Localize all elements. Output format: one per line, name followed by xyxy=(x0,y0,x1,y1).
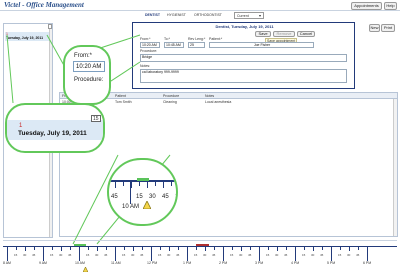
zoom-from-field: 10:20 AM xyxy=(73,61,105,72)
timeline-minute-label: 45 xyxy=(140,253,144,257)
timeline-minute-label: 45 xyxy=(176,253,180,257)
zoom-tab-marker: 15 xyxy=(91,115,101,122)
timeline-minute-label: 15 xyxy=(302,253,306,257)
timeline-minute-tick xyxy=(25,247,26,251)
timeline-minute-tick xyxy=(340,247,341,250)
timeline-hour-label: 11 AM xyxy=(111,261,121,265)
timeline-hour-label: 12 PM xyxy=(147,261,158,265)
zoom-green-block xyxy=(137,178,149,181)
zoom-hour-label: 10 AM xyxy=(122,204,140,210)
timeline-minute-label: 45 xyxy=(104,253,108,257)
timeline-minute-label: 45 xyxy=(68,253,72,257)
timeline-minute-tick xyxy=(349,247,350,251)
zoom-position-marker-icon xyxy=(143,201,151,209)
timeline-minute-tick xyxy=(286,247,287,250)
timeline-minute-tick xyxy=(160,247,161,250)
timeline-minute-tick xyxy=(169,247,170,251)
timeline-minute-label: 15 xyxy=(338,253,342,257)
timeline-minute-label: 30 xyxy=(203,253,207,257)
timeline-minute-label: 15 xyxy=(50,253,54,257)
zoom-label-30: 30 xyxy=(149,194,156,200)
zoom-from-label: From:* xyxy=(74,53,92,59)
timeline-minute-tick xyxy=(304,247,305,250)
zoom-label-15: 15 xyxy=(136,194,143,200)
timeline-minute-label: 15 xyxy=(266,253,270,257)
timeline-hour-label: 1 PM xyxy=(183,261,192,265)
zoom-procedure-label: Procedure: xyxy=(74,77,104,83)
timeline-minute-tick xyxy=(358,247,359,250)
zoom-date-callout: 15 1 Tuesday, July 19, 2011 xyxy=(5,103,105,153)
timeline-minute-label: 45 xyxy=(32,253,36,257)
timeline-hours: 8 AM 9 AM 10 AM 11 AM 12 PM 1 PM 2 PM 3 PM 4 PM 5… xyxy=(3,261,397,266)
timeline-minute-tick xyxy=(133,247,134,251)
zoom-timeline-callout: 45 15 30 45 1 10 AM xyxy=(107,158,178,226)
timeline-hour-label: 3 PM xyxy=(255,261,264,265)
timeline-minute-tick xyxy=(268,247,269,250)
timeline-minute-tick xyxy=(34,247,35,250)
timeline-minute-tick xyxy=(124,247,125,250)
timeline-minute-tick xyxy=(241,247,242,251)
zoom-ticks xyxy=(109,182,176,192)
timeline-minute-label: 30 xyxy=(59,253,63,257)
timeline-minute-tick xyxy=(214,247,215,250)
timeline-minute-label: 15 xyxy=(14,253,18,257)
timeline-minute-tick xyxy=(106,247,107,250)
timeline-minute-label: 30 xyxy=(167,253,171,257)
timeline-hour-label: 5 PM xyxy=(327,261,336,265)
timeline-minute-tick xyxy=(16,247,17,250)
timeline-minute-label: 30 xyxy=(275,253,279,257)
timeline-red-block xyxy=(196,244,209,246)
timeline-minute-label: 30 xyxy=(95,253,99,257)
zoom-hour-line xyxy=(130,182,131,204)
timeline-minute-tick xyxy=(250,247,251,250)
timeline-minute-tick xyxy=(142,247,143,250)
timeline-minute-label: 30 xyxy=(239,253,243,257)
timeline-strip[interactable]: 15 30 45 15 30 45 15 30 45 15 30 45 15 30 45 15 30 45 15 30… xyxy=(3,240,397,272)
timeline-minute-label: 30 xyxy=(23,253,27,257)
timeline-minute-label: 15 xyxy=(230,253,234,257)
zoom-label-45b: 45 xyxy=(162,194,169,200)
timeline-minute-tick xyxy=(70,247,71,250)
timeline-minute-label: 45 xyxy=(356,253,360,257)
timeline-minute-label: 45 xyxy=(248,253,252,257)
timeline-minute-tick xyxy=(97,247,98,251)
timeline-minute-label: 30 xyxy=(347,253,351,257)
timeline-minute-tick xyxy=(232,247,233,250)
timeline-hour-label: 6 PM xyxy=(363,261,372,265)
zoom-form-callout: From:* 10:20 AM Procedure: xyxy=(63,45,111,105)
zoom-label-45a: 45 xyxy=(111,194,118,200)
timeline-minute-tick xyxy=(52,247,53,250)
timeline-minute-tick xyxy=(205,247,206,251)
zoom-day-number: 1 xyxy=(19,123,23,129)
timeline-minute-tick xyxy=(313,247,314,251)
timeline-minute-label: 30 xyxy=(131,253,135,257)
timeline-minutes: 15 30 45 15 30 45 15 30 45 15 30 45 15 30 45 15 30 45 15 30… xyxy=(3,253,397,258)
timeline-minute-label: 45 xyxy=(320,253,324,257)
timeline-minute-tick xyxy=(277,247,278,251)
zoom-day-date: Tuesday, July 19, 2011 xyxy=(18,130,87,137)
timeline-minute-tick xyxy=(61,247,62,251)
timeline-hour-label: 2 PM xyxy=(219,261,228,265)
timeline-minute-label: 15 xyxy=(122,253,126,257)
timeline-hour-label: 4 PM xyxy=(291,261,300,265)
timeline-position-marker-icon[interactable] xyxy=(83,267,88,272)
timeline-minute-tick xyxy=(322,247,323,250)
timeline-minute-tick xyxy=(88,247,89,250)
timeline-minute-label: 45 xyxy=(284,253,288,257)
timeline-minute-label: 15 xyxy=(194,253,198,257)
zoom-from-value: 10:20 AM xyxy=(76,64,102,70)
timeline-hour-label: 9 AM xyxy=(39,261,47,265)
zoom-tab-value: 15 xyxy=(93,116,99,122)
timeline-hour-label: 8 AM xyxy=(3,261,11,265)
timeline-minute-label: 15 xyxy=(86,253,90,257)
timeline-green-block xyxy=(74,244,86,246)
timeline-minute-label: 45 xyxy=(212,253,216,257)
timeline-hour-label: 10 AM xyxy=(75,261,85,265)
timeline-minute-label: 30 xyxy=(311,253,315,257)
timeline-minute-tick xyxy=(178,247,179,250)
timeline-minute-label: 15 xyxy=(158,253,162,257)
timeline-minute-tick xyxy=(196,247,197,250)
